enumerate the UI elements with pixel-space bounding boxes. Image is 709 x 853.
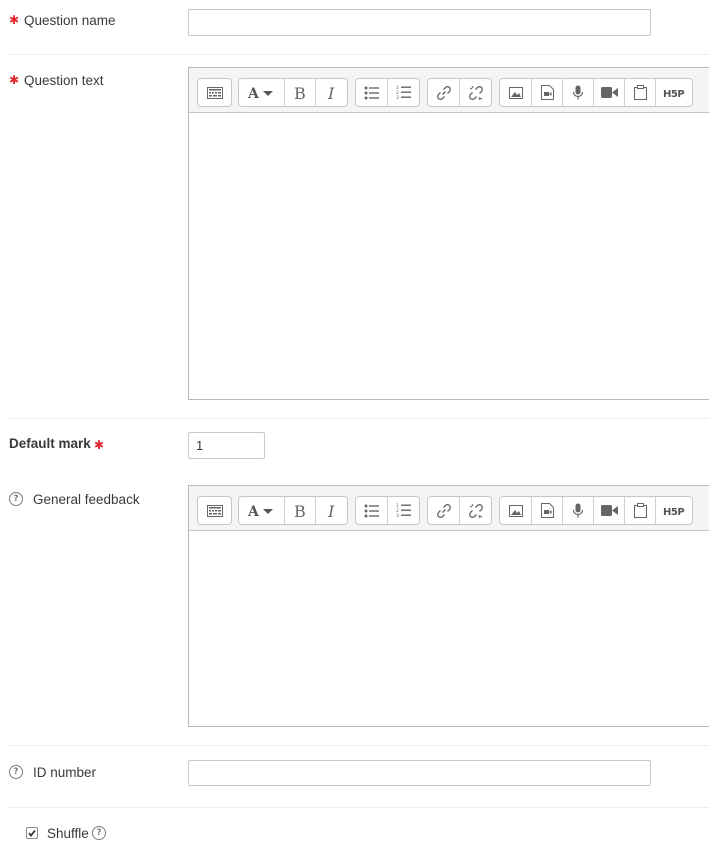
keyboard-icon <box>206 86 223 99</box>
id-number-label: ID number <box>33 765 97 780</box>
microphone-icon <box>572 85 584 99</box>
question-text-label: Question text <box>24 73 104 88</box>
unordered-list-button[interactable] <box>356 497 388 524</box>
id-number-input[interactable] <box>188 760 651 786</box>
italic-icon: I <box>327 503 335 519</box>
record-video-button[interactable] <box>594 497 625 524</box>
question-name-label: Question name <box>24 13 116 28</box>
ordered-list-button[interactable]: 123 <box>388 497 419 524</box>
unlink-icon <box>468 85 483 100</box>
italic-icon: I <box>327 85 335 101</box>
divider <box>8 54 709 55</box>
help-icon[interactable]: ? <box>92 826 106 840</box>
video-camera-icon <box>600 505 618 516</box>
question-text-editor: A B I 123 H5P <box>188 67 709 400</box>
h5p-icon: H5P <box>663 89 685 99</box>
divider <box>8 745 709 746</box>
editor-toolbar: A B I 123 H5P <box>189 68 709 113</box>
record-audio-button[interactable] <box>563 497 594 524</box>
media-file-icon <box>540 85 554 100</box>
ordered-list-button[interactable]: 123 <box>388 79 419 106</box>
svg-text:B: B <box>294 503 306 519</box>
shuffle-label: Shuffle <box>47 826 89 841</box>
manage-files-button[interactable] <box>625 497 656 524</box>
video-camera-icon <box>600 87 618 98</box>
image-icon <box>508 504 523 517</box>
unlink-icon <box>468 503 483 518</box>
font-style-icon: A <box>248 86 273 100</box>
svg-text:I: I <box>327 85 335 101</box>
insert-image-button[interactable] <box>500 497 532 524</box>
unlink-button[interactable] <box>460 497 491 524</box>
svg-text:A: A <box>248 86 260 100</box>
svg-text:3: 3 <box>396 95 399 100</box>
h5p-icon: H5P <box>663 507 685 517</box>
record-video-button[interactable] <box>594 79 625 106</box>
record-audio-button[interactable] <box>563 79 594 106</box>
svg-text:B: B <box>294 85 306 101</box>
required-icon: ✱ <box>94 438 105 452</box>
unordered-list-button[interactable] <box>356 79 388 106</box>
font-style-icon: A <box>248 504 273 518</box>
h5p-label: H5P <box>663 507 684 517</box>
bold-icon: B <box>294 503 306 519</box>
show-more-buttons-button[interactable] <box>198 79 231 106</box>
keyboard-icon <box>206 504 223 517</box>
general-feedback-editor: A B I 123 H5P <box>188 485 709 727</box>
insert-media-button[interactable] <box>532 79 563 106</box>
unlink-button[interactable] <box>460 79 491 106</box>
divider <box>8 418 709 419</box>
default-mark-label: Default mark <box>9 436 91 451</box>
checkmark-icon <box>28 829 36 837</box>
editor-toolbar: A B I 123 H5P <box>189 486 709 531</box>
image-icon <box>508 86 523 99</box>
h5p-label: H5P <box>663 89 684 99</box>
required-icon: ✱ <box>9 73 20 87</box>
link-icon <box>436 85 451 100</box>
files-icon <box>633 503 647 518</box>
bold-button[interactable]: B <box>285 497 316 524</box>
files-icon <box>633 85 647 100</box>
svg-text:A: A <box>248 504 260 518</box>
bold-icon: B <box>294 85 306 101</box>
default-mark-input[interactable] <box>188 432 265 459</box>
bold-button[interactable]: B <box>285 79 316 106</box>
italic-button[interactable]: I <box>316 79 347 106</box>
divider <box>8 807 709 808</box>
insert-media-button[interactable] <box>532 497 563 524</box>
link-icon <box>436 503 451 518</box>
insert-h5p-button[interactable]: H5P <box>656 497 692 524</box>
svg-text:I: I <box>327 503 335 519</box>
italic-button[interactable]: I <box>316 497 347 524</box>
question-name-input[interactable] <box>188 9 651 36</box>
shuffle-checkbox[interactable] <box>26 827 38 839</box>
microphone-icon <box>572 503 584 517</box>
media-file-icon <box>540 503 554 518</box>
help-icon[interactable]: ? <box>9 492 23 506</box>
numbered-list-icon: 123 <box>396 85 411 100</box>
manage-files-button[interactable] <box>625 79 656 106</box>
general-feedback-label: General feedback <box>33 492 140 507</box>
paragraph-styles-button[interactable]: A <box>239 79 285 106</box>
insert-image-button[interactable] <box>500 79 532 106</box>
help-icon[interactable]: ? <box>9 765 23 779</box>
numbered-list-icon: 123 <box>396 503 411 518</box>
link-button[interactable] <box>428 79 460 106</box>
show-more-buttons-button[interactable] <box>198 497 231 524</box>
insert-h5p-button[interactable]: H5P <box>656 79 692 106</box>
paragraph-styles-button[interactable]: A <box>239 497 285 524</box>
svg-text:3: 3 <box>396 513 399 518</box>
bullet-list-icon <box>364 504 379 517</box>
bullet-list-icon <box>364 86 379 99</box>
required-icon: ✱ <box>9 13 20 27</box>
link-button[interactable] <box>428 497 460 524</box>
